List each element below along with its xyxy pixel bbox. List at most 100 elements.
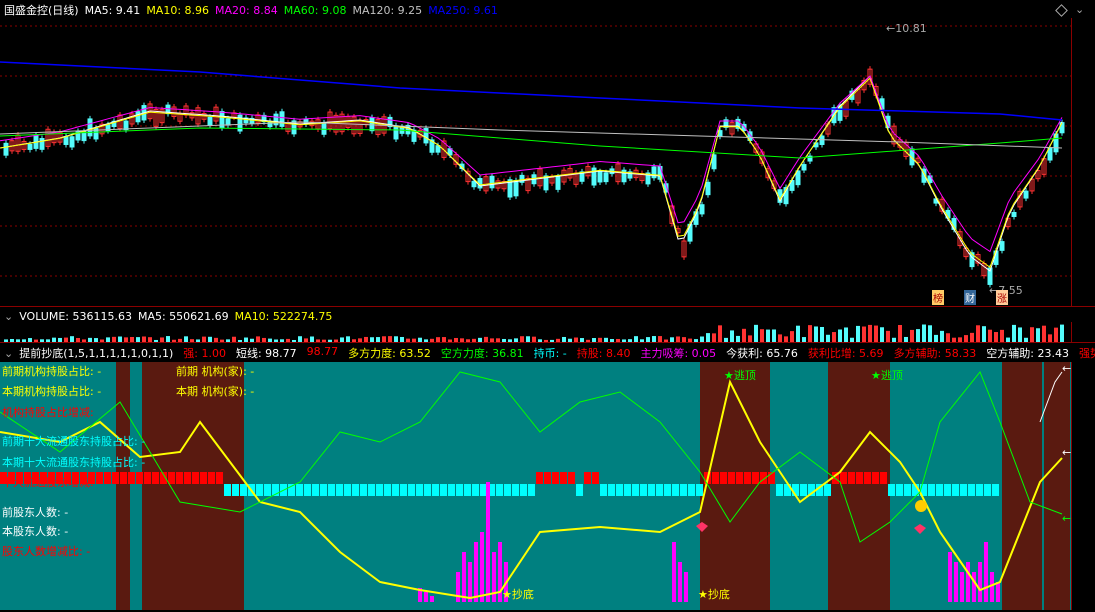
volume-bar: [946, 333, 950, 342]
accumulation-bar-14: [684, 572, 688, 602]
price-chart[interactable]: ←10.81 ←7.55: [0, 18, 1072, 306]
signal-block: [856, 472, 863, 484]
signal-block: [192, 472, 199, 484]
signal-block: [880, 472, 887, 484]
volume-bar: [748, 335, 752, 342]
volume-bar: [766, 329, 770, 342]
indicator-values: 强: 1.00 短线: 98.77 98.77 多方力度: 63.52 空方力度: 36…: [179, 345, 1095, 361]
signal-block: [664, 484, 671, 496]
accumulation-bar-12: [672, 542, 676, 602]
escape-top-annotation-1: ★逃顶: [724, 369, 756, 382]
signal-block: [688, 484, 695, 496]
accumulation-bar-9: [492, 552, 496, 602]
volume-chart[interactable]: [0, 322, 1072, 342]
svg-text:★逃顶: ★逃顶: [724, 369, 756, 382]
ma60-line: [0, 127, 1063, 159]
signal-block: [296, 484, 303, 496]
signal-block: [464, 484, 471, 496]
scroll-down-icon[interactable]: ⌄: [1075, 3, 1084, 16]
signal-block: [112, 472, 119, 484]
signal-block: [384, 484, 391, 496]
indicator-item-12: 强势: [1078, 347, 1095, 360]
signal-block: [896, 484, 903, 496]
signal-block: [992, 484, 999, 496]
candle-body-81: [489, 175, 495, 189]
signal-block: [544, 472, 551, 484]
signal-block: [128, 472, 135, 484]
panel-toggle-diamond-icon[interactable]: [1055, 4, 1068, 17]
signal-block: [400, 484, 407, 496]
indicator-header: ⌄ 提前抄底(1,5,1,1,1,1,1,0,1,1) 强: 1.00 短线: 9…: [0, 344, 1095, 362]
volume-bar: [886, 330, 890, 342]
volume-bar: [922, 324, 926, 342]
signal-block: [656, 484, 663, 496]
volume-bar: [994, 332, 998, 342]
red-zone-4: [700, 362, 770, 610]
ma20-line: [0, 75, 1063, 253]
volume-bar: [1000, 329, 1004, 342]
signal-block: [496, 484, 503, 496]
volume-bar: [862, 326, 866, 342]
signal-block: [424, 484, 431, 496]
signal-block: [320, 484, 327, 496]
accumulation-bar-23: [996, 582, 1000, 602]
volume-axis: [1071, 322, 1095, 342]
indicator-chart[interactable]: ★逃顶 ★逃顶 ★抄底 ★抄底 ←短 ←多 ←空: [0, 362, 1072, 610]
fund-label-3: 前期十大流通股东持股占比: -: [2, 435, 146, 448]
signal-block: [560, 472, 567, 484]
signal-block: [680, 484, 687, 496]
collapse-icon-2[interactable]: ⌄: [4, 347, 13, 360]
volume-bar: [982, 326, 986, 342]
signal-block: [696, 484, 703, 496]
accumulation-bar-7: [480, 532, 484, 602]
signal-block: [312, 484, 319, 496]
signal-block: [848, 472, 855, 484]
volume-bar: [790, 331, 794, 342]
collapse-icon[interactable]: ⌄: [4, 310, 13, 323]
indicator-item-5: 持币: -: [533, 347, 567, 360]
indicator-item-6: 持股: 8.40: [576, 347, 631, 360]
volume-bar: [712, 333, 716, 342]
signal-block: [376, 484, 383, 496]
candle-body-132: [795, 170, 801, 186]
signal-block: [168, 472, 175, 484]
signal-block: [528, 484, 535, 496]
candle-body-6: [39, 138, 45, 150]
ma-label-5: MA250: 9.61: [428, 3, 498, 17]
escape-top-annotation-2: ★逃顶: [871, 369, 903, 382]
volume-bar: [1030, 327, 1034, 342]
signal-block: [968, 484, 975, 496]
signal-block: [936, 484, 943, 496]
volume-bar: [718, 325, 722, 342]
fund-label-0: 前期机构持股占比: -: [2, 365, 102, 378]
candle-body-99: [597, 171, 603, 183]
candle-body-14: [87, 118, 93, 137]
indicator-item-4: 空方力度: 36.81: [440, 347, 524, 360]
accumulation-bar-2: [430, 596, 434, 602]
candle-body-46: [279, 111, 285, 127]
signal-block: [216, 472, 223, 484]
candle-body-166: [999, 241, 1005, 251]
signal-block: [208, 472, 215, 484]
accumulation-bar-6: [474, 542, 478, 602]
candle-body-65: [393, 125, 399, 140]
accumulation-bar-13: [678, 562, 682, 602]
volume-bar: [916, 329, 920, 342]
indicator-item-0: 强: 1.00: [183, 347, 226, 360]
signal-block: [432, 484, 439, 496]
ma-legend: MA5: 9.41 MA10: 8.96 MA20: 8.84 MA60: 9.08 M…: [85, 4, 504, 17]
signal-block: [536, 472, 543, 484]
volume-ma10: MA10: 522274.75: [234, 309, 333, 323]
volume-bar: [796, 325, 800, 342]
signal-block: [176, 472, 183, 484]
ma10-line: [0, 77, 1063, 269]
volume-bar: [772, 329, 776, 342]
signal-block: [640, 484, 647, 496]
candle-body-37: [225, 118, 231, 126]
volume-bar: [970, 332, 974, 342]
accumulation-bar-4: [462, 552, 466, 602]
volume-bar: [730, 330, 734, 342]
volume-bar: [988, 329, 992, 342]
signal-block: [368, 484, 375, 496]
signal-block: [352, 484, 359, 496]
